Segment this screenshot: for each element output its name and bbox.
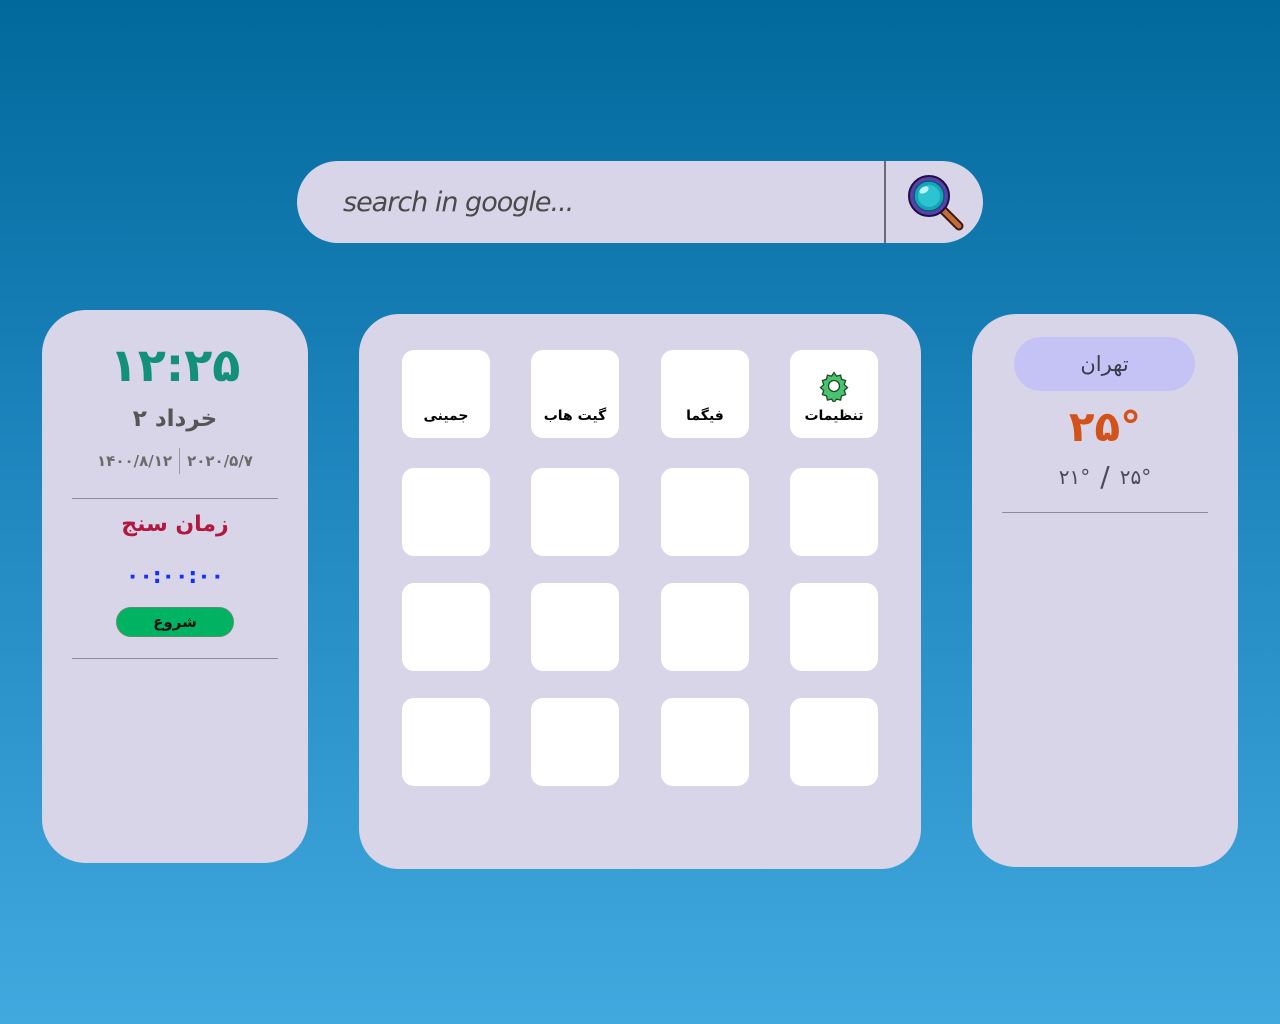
- shortcut-tile-gemini[interactable]: جمینی: [402, 350, 490, 438]
- clock-time: ۱۲:۲۵: [109, 338, 241, 392]
- date-row: ۲۰۲۰/۵/۷ ۱۴۰۰/۸/۱۲: [42, 448, 308, 474]
- shortcut-tile-empty[interactable]: [531, 468, 619, 556]
- solar-date: ۱۴۰۰/۸/۱۲: [97, 452, 173, 470]
- shortcut-label: جمینی: [423, 408, 469, 424]
- range-separator: /: [1100, 460, 1110, 493]
- shortcuts-panel: تنظیمات فیگما گیت هاب جمینی: [359, 314, 921, 869]
- shortcut-tile-empty[interactable]: [661, 468, 749, 556]
- stopwatch-display: ۰۰:۰۰:۰۰: [125, 564, 225, 589]
- shortcut-tile-settings[interactable]: تنظیمات: [790, 350, 878, 438]
- divider: [72, 498, 278, 499]
- city-selector[interactable]: تهران: [1014, 337, 1195, 391]
- high-temperature: ۲۵°: [1119, 465, 1152, 489]
- search-bar: [297, 161, 983, 243]
- shortcut-tile-empty[interactable]: [531, 583, 619, 671]
- shortcut-tile-empty[interactable]: [402, 468, 490, 556]
- gregorian-date: ۲۰۲۰/۵/۷: [187, 452, 253, 470]
- current-temperature: ۲۵°: [1068, 402, 1142, 451]
- divider: [72, 658, 278, 659]
- shortcut-tile-empty[interactable]: [790, 468, 878, 556]
- low-temperature: ۲۱°: [1058, 465, 1091, 489]
- temperature-range: ۲۵° / ۲۱°: [972, 460, 1238, 493]
- gear-icon: [819, 371, 849, 402]
- shortcut-tile-empty[interactable]: [402, 583, 490, 671]
- weather-panel: تهران ۲۵° ۲۵° / ۲۱°: [972, 314, 1238, 867]
- search-button[interactable]: [886, 161, 983, 243]
- date-separator: [179, 448, 181, 474]
- search-input[interactable]: [297, 161, 885, 243]
- clock-panel: ۱۲:۲۵ ۲ خرداد ۲۰۲۰/۵/۷ ۱۴۰۰/۸/۱۲ زمان سن…: [42, 310, 308, 863]
- shortcut-tile-empty[interactable]: [790, 698, 878, 786]
- shortcut-label: فیگما: [686, 408, 724, 424]
- start-button[interactable]: شروع: [116, 607, 234, 637]
- divider: [1002, 512, 1208, 513]
- shortcut-tile-empty[interactable]: [661, 698, 749, 786]
- shortcut-label: تنظیمات: [804, 408, 864, 424]
- shortcut-tile-empty[interactable]: [661, 583, 749, 671]
- shortcut-tile-empty[interactable]: [402, 698, 490, 786]
- magnifier-icon: [907, 175, 963, 231]
- shortcut-tile-empty[interactable]: [531, 698, 619, 786]
- shortcut-tile-empty[interactable]: [790, 583, 878, 671]
- shortcut-tile-github[interactable]: گیت هاب: [531, 350, 619, 438]
- shortcut-label: گیت هاب: [543, 408, 607, 424]
- clock-date: ۲ خرداد: [132, 406, 218, 432]
- stopwatch-title: زمان سنج: [121, 512, 229, 537]
- shortcut-tile-figma[interactable]: فیگما: [661, 350, 749, 438]
